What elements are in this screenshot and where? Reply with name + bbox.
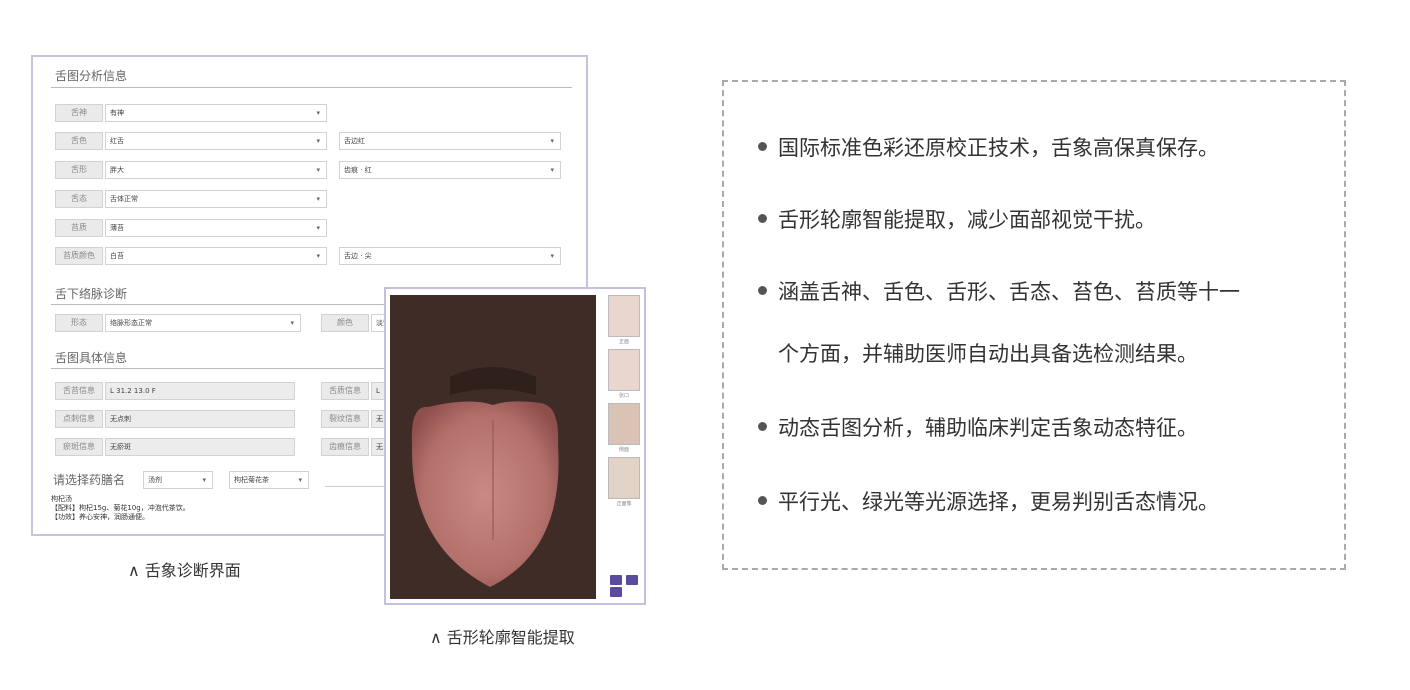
feature-item: 动态舌图分析，辅助临床判定舌象动态特征。 [778,416,1198,440]
section-title-analysis: 舌图分析信息 [55,69,128,83]
select-field[interactable]: 舌边 · 尖 ▾ [339,247,561,265]
note-line: 枸杞汤 [51,495,72,503]
action-button[interactable] [610,587,622,597]
select-field[interactable]: 胖大 ▾ [105,161,327,179]
field-label: 形态 [55,314,103,332]
bullet-dot-icon [758,422,767,431]
readonly-field: 无瘀斑 [105,438,295,456]
select-field[interactable]: 枸杞菊花茶 ▾ [229,471,309,489]
caption-contour: ∧ 舌形轮廓智能提取 [430,628,575,647]
face-thumbnail[interactable] [608,295,640,337]
bullet-dot-icon [758,142,767,151]
note-line: 【功效】养心安神，润肠通便。 [51,513,149,521]
tongue-image [390,295,596,599]
note-line: 【配料】枸杞15g、菊花10g，冲泡代茶饮。 [51,504,190,512]
thumbnail-caption: 张口 [618,393,629,399]
chevron-down-icon: ▾ [316,252,320,260]
caption-diagnosis: ∧ 舌象诊断界面 [128,561,241,580]
prescription-notes: 枸杞汤 【配料】枸杞15g、菊花10g，冲泡代茶饮。 【功效】养心安神，润肠通便… [51,495,391,522]
divider [51,87,572,88]
select-field[interactable]: 白苔 ▾ [105,247,327,265]
field-label: 苔质 [55,219,103,237]
chevron-down-icon: ▾ [316,224,320,232]
prescription-label: 请选择药膳名 [53,473,126,487]
field-label: 颜色 [321,314,369,332]
select-field[interactable]: 舌边红 ▾ [339,132,561,150]
feature-item: 国际标准色彩还原校正技术，舌象高保真保存。 [778,136,1219,160]
section-title-details: 舌图具体信息 [55,351,128,365]
feature-item-continued: 个方面，并辅助医师自动出具备选检测结果。 [778,342,1198,366]
select-field[interactable]: 舌体正常 ▾ [105,190,327,208]
thumbnail-caption: 正面像 [616,501,632,507]
action-button[interactable] [626,575,638,585]
chevron-down-icon: ▾ [202,476,206,484]
select-field[interactable]: 红舌 ▾ [105,132,327,150]
field-label: 舌色 [55,132,103,150]
field-label: 瘀斑信息 [55,438,103,456]
chevron-down-icon: ▾ [316,166,320,174]
face-thumbnail[interactable] [608,403,640,445]
chevron-down-icon: ▾ [316,195,320,203]
bullet-dot-icon [758,496,767,505]
feature-item: 舌形轮廓智能提取，减少面部视觉干扰。 [778,208,1156,232]
tongue-contour-window: 正面 张口 侧面 正面像 [384,287,646,605]
chevron-down-icon: ▾ [316,109,320,117]
chevron-down-icon: ▾ [316,137,320,145]
thumbnail-caption: 正面 [618,339,629,345]
readonly-field: 无点刺 [105,410,295,428]
field-label: 裂纹信息 [321,410,369,428]
field-label: 苔质颜色 [55,247,103,265]
chevron-down-icon: ▾ [550,166,554,174]
select-field[interactable]: 齿痕 · 红 ▾ [339,161,561,179]
chevron-down-icon: ▾ [298,476,302,484]
field-label: 舌态 [55,190,103,208]
chevron-down-icon: ▾ [290,319,294,327]
feature-item: 平行光、绿光等光源选择，更易判别舌态情况。 [778,490,1219,514]
field-label: 齿痕信息 [321,438,369,456]
field-label: 点刺信息 [55,410,103,428]
field-label: 舌质信息 [321,382,369,400]
action-button[interactable] [610,575,622,585]
feature-list-box: 国际标准色彩还原校正技术，舌象高保真保存。 舌形轮廓智能提取，减少面部视觉干扰。… [722,80,1346,570]
select-field[interactable]: 汤剂 ▾ [143,471,213,489]
field-label: 舌形 [55,161,103,179]
input-field[interactable] [325,474,385,487]
field-label: 舌苔信息 [55,382,103,400]
select-field[interactable]: 有神 ▾ [105,104,327,122]
select-field[interactable]: 薄苔 ▾ [105,219,327,237]
feature-item: 涵盖舌神、舌色、舌形、舌态、苔色、苔质等十一 [778,280,1240,304]
face-thumbnail[interactable] [608,457,640,499]
chevron-down-icon: ▾ [550,137,554,145]
thumbnail-caption: 侧面 [618,447,629,453]
face-thumbnail[interactable] [608,349,640,391]
select-field[interactable]: 络脉形态正常 ▾ [105,314,301,332]
readonly-field: L 31.2 13.0 F [105,382,295,400]
bullet-dot-icon [758,286,767,295]
section-title-sublingual: 舌下络脉诊断 [55,287,128,301]
field-label: 舌神 [55,104,103,122]
chevron-down-icon: ▾ [550,252,554,260]
bullet-dot-icon [758,214,767,223]
